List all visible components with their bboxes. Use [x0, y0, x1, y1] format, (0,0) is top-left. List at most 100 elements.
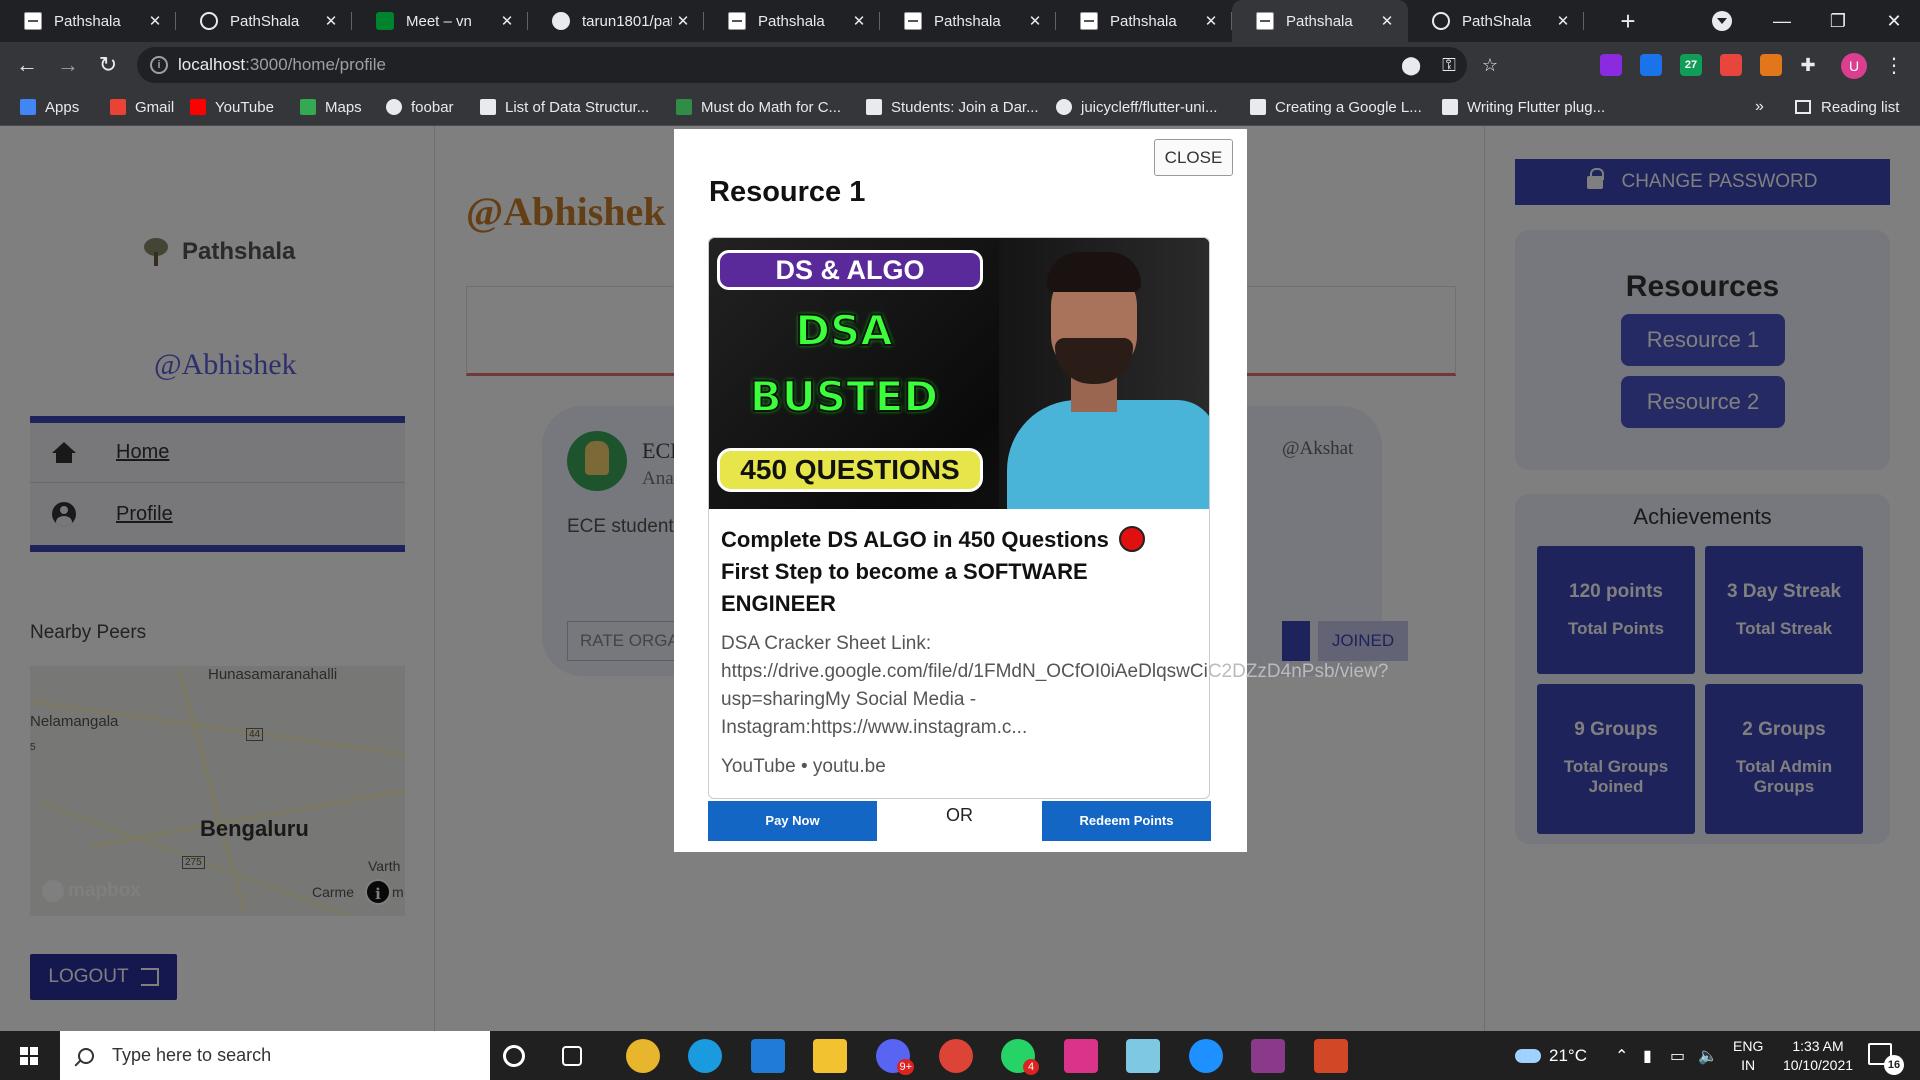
- browser-tab[interactable]: Pathshala ✕: [880, 0, 1056, 42]
- extension-icon[interactable]: [1720, 54, 1742, 76]
- file-explorer-icon[interactable]: [813, 1039, 847, 1073]
- close-button[interactable]: CLOSE: [1154, 139, 1233, 176]
- doc-icon: [1256, 12, 1274, 30]
- whatsapp-icon[interactable]: 4: [1001, 1039, 1039, 1075]
- terminal-icon[interactable]: [1064, 1039, 1098, 1073]
- doc-icon: [728, 12, 746, 30]
- battery-icon[interactable]: ▭: [1670, 1046, 1685, 1066]
- windows-taskbar: Type here to search 9+ 4 21°C ⌃ ▮ ▭ 🔈 ENG…: [0, 1031, 1920, 1080]
- bookmark-label: Writing Flutter plug...: [1467, 98, 1606, 116]
- task-view-icon[interactable]: [562, 1046, 582, 1066]
- microphone-icon[interactable]: ▮: [1643, 1046, 1652, 1066]
- bookmark-label: Must do Math for C...: [701, 98, 842, 116]
- browser-tab[interactable]: Pathshala ✕: [0, 0, 176, 42]
- extension-icon[interactable]: [1600, 54, 1622, 76]
- chrome-icon[interactable]: [626, 1039, 660, 1073]
- volume-icon[interactable]: 🔈: [1698, 1046, 1718, 1066]
- start-button[interactable]: [0, 1031, 58, 1080]
- bookmark-star-icon[interactable]: ☆: [1480, 55, 1500, 75]
- system-clock[interactable]: 1:33 AM 10/10/2021: [1768, 1037, 1868, 1075]
- globe-icon: [386, 99, 402, 115]
- powerpoint-icon[interactable]: [1314, 1039, 1348, 1073]
- location-pin-icon[interactable]: ⬤: [1401, 55, 1421, 75]
- bookmark-item[interactable]: Students: Join a Dar...: [866, 88, 1039, 126]
- chrome-profile-icon[interactable]: [939, 1039, 973, 1073]
- vscode-icon[interactable]: [751, 1039, 785, 1073]
- resource-modal: CLOSE Resource 1 DS & ALGO DSA BUSTED 45…: [674, 129, 1388, 852]
- kebab-menu-icon[interactable]: ⋮: [1884, 53, 1904, 79]
- profile-avatar[interactable]: U: [1841, 53, 1867, 79]
- restore-icon[interactable]: ❐: [1810, 0, 1866, 42]
- window-close-icon[interactable]: ✕: [1866, 0, 1920, 42]
- tab-close-icon[interactable]: ✕: [496, 12, 518, 30]
- browser-tab[interactable]: Meet – vn ✕: [352, 0, 528, 42]
- browser-tab[interactable]: PathShala ✕: [1408, 0, 1584, 42]
- new-tab-button[interactable]: +: [1612, 5, 1644, 37]
- bookmark-label: juicycleff/flutter-uni...: [1081, 98, 1218, 116]
- extension-icon[interactable]: 27: [1680, 54, 1702, 76]
- weather-temp: 21°C: [1549, 1045, 1587, 1065]
- winrar-icon[interactable]: [1251, 1039, 1285, 1073]
- tab-title: Meet – vn: [406, 12, 472, 30]
- bookmark-item[interactable]: Apps: [20, 88, 79, 126]
- extension-icon[interactable]: [1760, 54, 1782, 76]
- bookmark-item[interactable]: YouTube: [190, 88, 274, 126]
- tab-close-icon[interactable]: ✕: [672, 12, 694, 30]
- medium-dots-icon: [1250, 99, 1266, 115]
- bookmark-label: Maps: [325, 98, 362, 116]
- extension-icon[interactable]: [1640, 54, 1662, 76]
- bookmark-item[interactable]: Maps: [300, 88, 362, 126]
- browser-tab[interactable]: Pathshala ✕: [1056, 0, 1232, 42]
- tab-close-icon[interactable]: ✕: [1552, 12, 1574, 30]
- tab-close-icon[interactable]: ✕: [1200, 12, 1222, 30]
- reload-icon[interactable]: ↻: [92, 49, 124, 81]
- edge-icon[interactable]: [688, 1039, 722, 1073]
- taskbar-search[interactable]: Type here to search: [60, 1031, 490, 1080]
- bookmark-item[interactable]: Writing Flutter plug...: [1442, 88, 1605, 126]
- notification-badge: 9+: [897, 1059, 914, 1075]
- pay-now-button[interactable]: Pay Now: [708, 801, 877, 841]
- notification-center-icon[interactable]: 16: [1868, 1043, 1904, 1075]
- tab-close-icon[interactable]: ✕: [320, 12, 342, 30]
- browser-tab[interactable]: PathShala ✕: [176, 0, 352, 42]
- tab-close-icon[interactable]: ✕: [144, 12, 166, 30]
- minimize-icon[interactable]: —: [1754, 0, 1810, 42]
- extensions-puzzle-icon[interactable]: ✚: [1798, 55, 1818, 75]
- bookmark-item[interactable]: List of Data Structur...: [480, 88, 649, 126]
- preview-site: YouTube • youtu.be: [721, 756, 886, 777]
- forward-icon[interactable]: →: [52, 49, 84, 81]
- url-text[interactable]: localhost:3000/home/profile: [178, 55, 386, 75]
- bookmarks-overflow-icon[interactable]: »: [1755, 88, 1764, 126]
- bookmark-item[interactable]: foobar: [386, 88, 454, 126]
- tab-close-icon[interactable]: ✕: [848, 12, 870, 30]
- discord-icon[interactable]: 9+: [876, 1039, 914, 1075]
- chevron-up-icon[interactable]: ⌃: [1615, 1046, 1628, 1066]
- weather-widget[interactable]: 21°C: [1515, 1031, 1587, 1080]
- site-info-icon[interactable]: i: [150, 56, 168, 74]
- cortana-icon[interactable]: [503, 1045, 525, 1067]
- tab-close-icon[interactable]: ✕: [1024, 12, 1046, 30]
- language-indicator[interactable]: ENG IN: [1733, 1037, 1763, 1075]
- bookmark-item[interactable]: juicycleff/flutter-uni...: [1056, 88, 1217, 126]
- gmail-icon: [110, 99, 126, 115]
- tab-search-icon[interactable]: [1712, 11, 1732, 31]
- reading-list-button[interactable]: Reading list: [1795, 88, 1899, 126]
- bookmark-item[interactable]: Must do Math for C...: [676, 88, 841, 126]
- redeem-points-button[interactable]: Redeem Points: [1042, 801, 1211, 841]
- bookmark-item[interactable]: Gmail: [110, 88, 174, 126]
- apps-grid-icon: [20, 99, 36, 115]
- bookmark-item[interactable]: Creating a Google L...: [1250, 88, 1422, 126]
- address-bar[interactable]: i localhost:3000/home/profile ⬤ ⚿ ☆: [137, 47, 1498, 83]
- browser-tab[interactable]: tarun1801/pat ✕: [528, 0, 704, 42]
- doc-icon: [904, 12, 922, 30]
- globe-icon: [200, 12, 218, 30]
- key-icon[interactable]: ⚿: [1439, 55, 1459, 75]
- link-preview-card[interactable]: DS & ALGO DSA BUSTED 450 QUESTIONS Compl…: [708, 237, 1388, 799]
- back-icon[interactable]: ←: [11, 49, 43, 81]
- tab-close-icon[interactable]: ✕: [1376, 12, 1398, 30]
- video-thumbnail[interactable]: DS & ALGO DSA BUSTED 450 QUESTIONS: [709, 238, 1209, 509]
- browser-tab[interactable]: Pathshala ✕: [1232, 0, 1408, 42]
- bing-icon[interactable]: [1189, 1039, 1223, 1073]
- notepad-icon[interactable]: [1126, 1039, 1160, 1073]
- browser-tab[interactable]: Pathshala ✕: [704, 0, 880, 42]
